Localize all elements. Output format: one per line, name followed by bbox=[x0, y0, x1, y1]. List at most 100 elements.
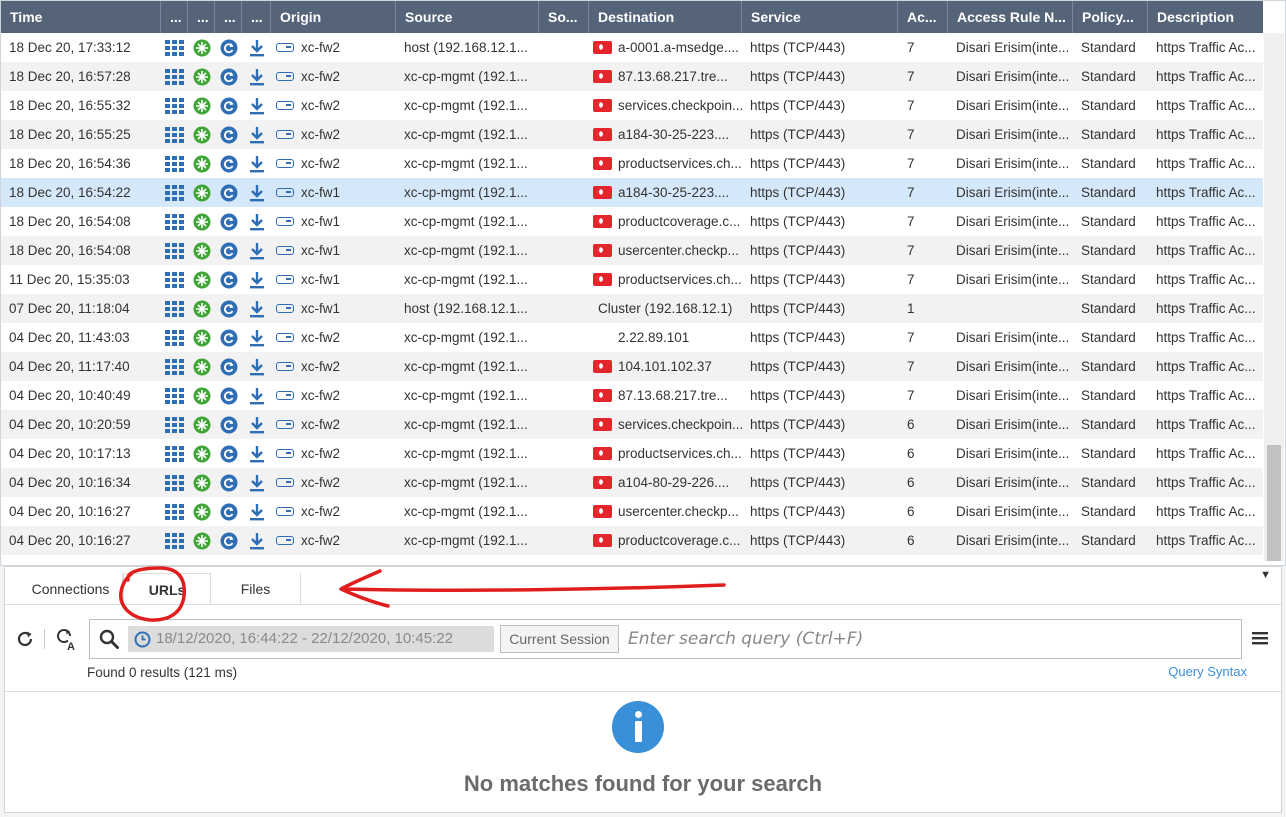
grid-icon[interactable] bbox=[161, 33, 188, 62]
clear-search-button[interactable]: A bbox=[54, 627, 78, 651]
globe-icon[interactable] bbox=[188, 468, 215, 497]
globe-icon[interactable] bbox=[188, 120, 215, 149]
grid-icon[interactable] bbox=[161, 149, 188, 178]
time-range-selector[interactable]: 18/12/2020, 16:44:22 - 22/12/2020, 10:45… bbox=[128, 626, 494, 652]
globe-icon[interactable] bbox=[188, 381, 215, 410]
globe-icon[interactable] bbox=[188, 62, 215, 91]
grid-icon[interactable] bbox=[161, 323, 188, 352]
column-header-icon-2[interactable]: ... bbox=[188, 1, 215, 33]
refresh-circle-icon[interactable] bbox=[215, 352, 242, 381]
column-header-origin[interactable]: Origin bbox=[271, 1, 396, 33]
column-header-source-user[interactable]: So... bbox=[539, 1, 589, 33]
globe-icon[interactable] bbox=[188, 439, 215, 468]
search-query-input[interactable] bbox=[628, 624, 1228, 654]
collapse-panel-icon[interactable]: ▼ bbox=[1260, 569, 1271, 581]
grid-icon[interactable] bbox=[161, 236, 188, 265]
refresh-circle-icon[interactable] bbox=[215, 33, 242, 62]
grid-icon[interactable] bbox=[161, 178, 188, 207]
table-row[interactable]: 18 Dec 20, 16:54:36 xc-fw2 xc-cp-mgmt (192… bbox=[1, 149, 1263, 178]
globe-icon[interactable] bbox=[188, 178, 215, 207]
globe-icon[interactable] bbox=[188, 236, 215, 265]
table-row[interactable]: 07 Dec 20, 11:18:04 xc-fw1 host (192.168.1… bbox=[1, 294, 1263, 323]
grid-icon[interactable] bbox=[161, 120, 188, 149]
tab-files[interactable]: Files bbox=[211, 573, 301, 605]
download-icon[interactable] bbox=[242, 207, 271, 236]
grid-icon[interactable] bbox=[161, 410, 188, 439]
refresh-button[interactable] bbox=[13, 627, 37, 651]
globe-icon[interactable] bbox=[188, 526, 215, 555]
download-icon[interactable] bbox=[242, 323, 271, 352]
table-row[interactable]: 18 Dec 20, 16:54:22 xc-fw1 xc-cp-mgmt (192… bbox=[1, 178, 1263, 207]
refresh-circle-icon[interactable] bbox=[215, 497, 242, 526]
download-icon[interactable] bbox=[242, 178, 271, 207]
table-row[interactable]: 04 Dec 20, 10:16:27 xc-fw2 xc-cp-mgmt (192… bbox=[1, 497, 1263, 526]
download-icon[interactable] bbox=[242, 62, 271, 91]
column-header-icon-4[interactable]: ... bbox=[242, 1, 271, 33]
download-icon[interactable] bbox=[242, 149, 271, 178]
globe-icon[interactable] bbox=[188, 33, 215, 62]
download-icon[interactable] bbox=[242, 439, 271, 468]
refresh-circle-icon[interactable] bbox=[215, 439, 242, 468]
globe-icon[interactable] bbox=[188, 149, 215, 178]
download-icon[interactable] bbox=[242, 265, 271, 294]
refresh-circle-icon[interactable] bbox=[215, 526, 242, 555]
table-row[interactable]: 04 Dec 20, 11:43:03 xc-fw2 xc-cp-mgmt (192… bbox=[1, 323, 1263, 352]
globe-icon[interactable] bbox=[188, 294, 215, 323]
globe-icon[interactable] bbox=[188, 323, 215, 352]
query-syntax-link[interactable]: Query Syntax bbox=[1168, 664, 1247, 679]
current-session-button[interactable]: Current Session bbox=[500, 625, 619, 653]
grid-icon[interactable] bbox=[161, 265, 188, 294]
download-icon[interactable] bbox=[242, 381, 271, 410]
download-icon[interactable] bbox=[242, 120, 271, 149]
tab-connections[interactable]: Connections bbox=[19, 573, 123, 605]
column-header-policy[interactable]: Policy... bbox=[1073, 1, 1148, 33]
table-row[interactable]: 04 Dec 20, 10:40:49 xc-fw2 xc-cp-mgmt (192… bbox=[1, 381, 1263, 410]
refresh-circle-icon[interactable] bbox=[215, 294, 242, 323]
refresh-circle-icon[interactable] bbox=[215, 91, 242, 120]
table-row[interactable]: 18 Dec 20, 17:33:12 xc-fw2 host (192.168.1… bbox=[1, 33, 1263, 62]
grid-icon[interactable] bbox=[161, 497, 188, 526]
table-vertical-scrollbar[interactable] bbox=[1264, 33, 1284, 561]
download-icon[interactable] bbox=[242, 410, 271, 439]
grid-icon[interactable] bbox=[161, 352, 188, 381]
download-icon[interactable] bbox=[242, 294, 271, 323]
refresh-circle-icon[interactable] bbox=[215, 207, 242, 236]
globe-icon[interactable] bbox=[188, 207, 215, 236]
grid-icon[interactable] bbox=[161, 526, 188, 555]
column-header-action[interactable]: Ac... bbox=[898, 1, 948, 33]
refresh-circle-icon[interactable] bbox=[215, 410, 242, 439]
table-row[interactable]: 04 Dec 20, 10:20:59 xc-fw2 xc-cp-mgmt (192… bbox=[1, 410, 1263, 439]
download-icon[interactable] bbox=[242, 526, 271, 555]
globe-icon[interactable] bbox=[188, 91, 215, 120]
menu-button[interactable] bbox=[1251, 629, 1269, 650]
refresh-circle-icon[interactable] bbox=[215, 265, 242, 294]
table-row[interactable]: 18 Dec 20, 16:54:08 xc-fw1 xc-cp-mgmt (192… bbox=[1, 207, 1263, 236]
table-row[interactable]: 18 Dec 20, 16:57:28 xc-fw2 xc-cp-mgmt (192… bbox=[1, 62, 1263, 91]
download-icon[interactable] bbox=[242, 497, 271, 526]
grid-icon[interactable] bbox=[161, 439, 188, 468]
grid-icon[interactable] bbox=[161, 381, 188, 410]
refresh-circle-icon[interactable] bbox=[215, 236, 242, 265]
grid-icon[interactable] bbox=[161, 468, 188, 497]
search-icon[interactable] bbox=[98, 628, 120, 653]
download-icon[interactable] bbox=[242, 352, 271, 381]
column-header-icon-3[interactable]: ... bbox=[215, 1, 242, 33]
refresh-circle-icon[interactable] bbox=[215, 381, 242, 410]
refresh-circle-icon[interactable] bbox=[215, 120, 242, 149]
tab-urls[interactable]: URLs bbox=[123, 573, 211, 605]
column-header-description[interactable]: Description bbox=[1148, 1, 1263, 33]
column-header-service[interactable]: Service bbox=[742, 1, 898, 33]
table-row[interactable]: 18 Dec 20, 16:55:25 xc-fw2 xc-cp-mgmt (192… bbox=[1, 120, 1263, 149]
globe-icon[interactable] bbox=[188, 352, 215, 381]
column-header-time[interactable]: Time bbox=[1, 1, 161, 33]
refresh-circle-icon[interactable] bbox=[215, 178, 242, 207]
table-row[interactable]: 04 Dec 20, 10:17:13 xc-fw2 xc-cp-mgmt (192… bbox=[1, 439, 1263, 468]
column-header-icon-1[interactable]: ... bbox=[161, 1, 188, 33]
grid-icon[interactable] bbox=[161, 207, 188, 236]
download-icon[interactable] bbox=[242, 468, 271, 497]
globe-icon[interactable] bbox=[188, 410, 215, 439]
refresh-circle-icon[interactable] bbox=[215, 323, 242, 352]
download-icon[interactable] bbox=[242, 236, 271, 265]
column-header-destination[interactable]: Destination bbox=[589, 1, 742, 33]
table-row[interactable]: 11 Dec 20, 15:35:03 xc-fw1 xc-cp-mgmt (192… bbox=[1, 265, 1263, 294]
